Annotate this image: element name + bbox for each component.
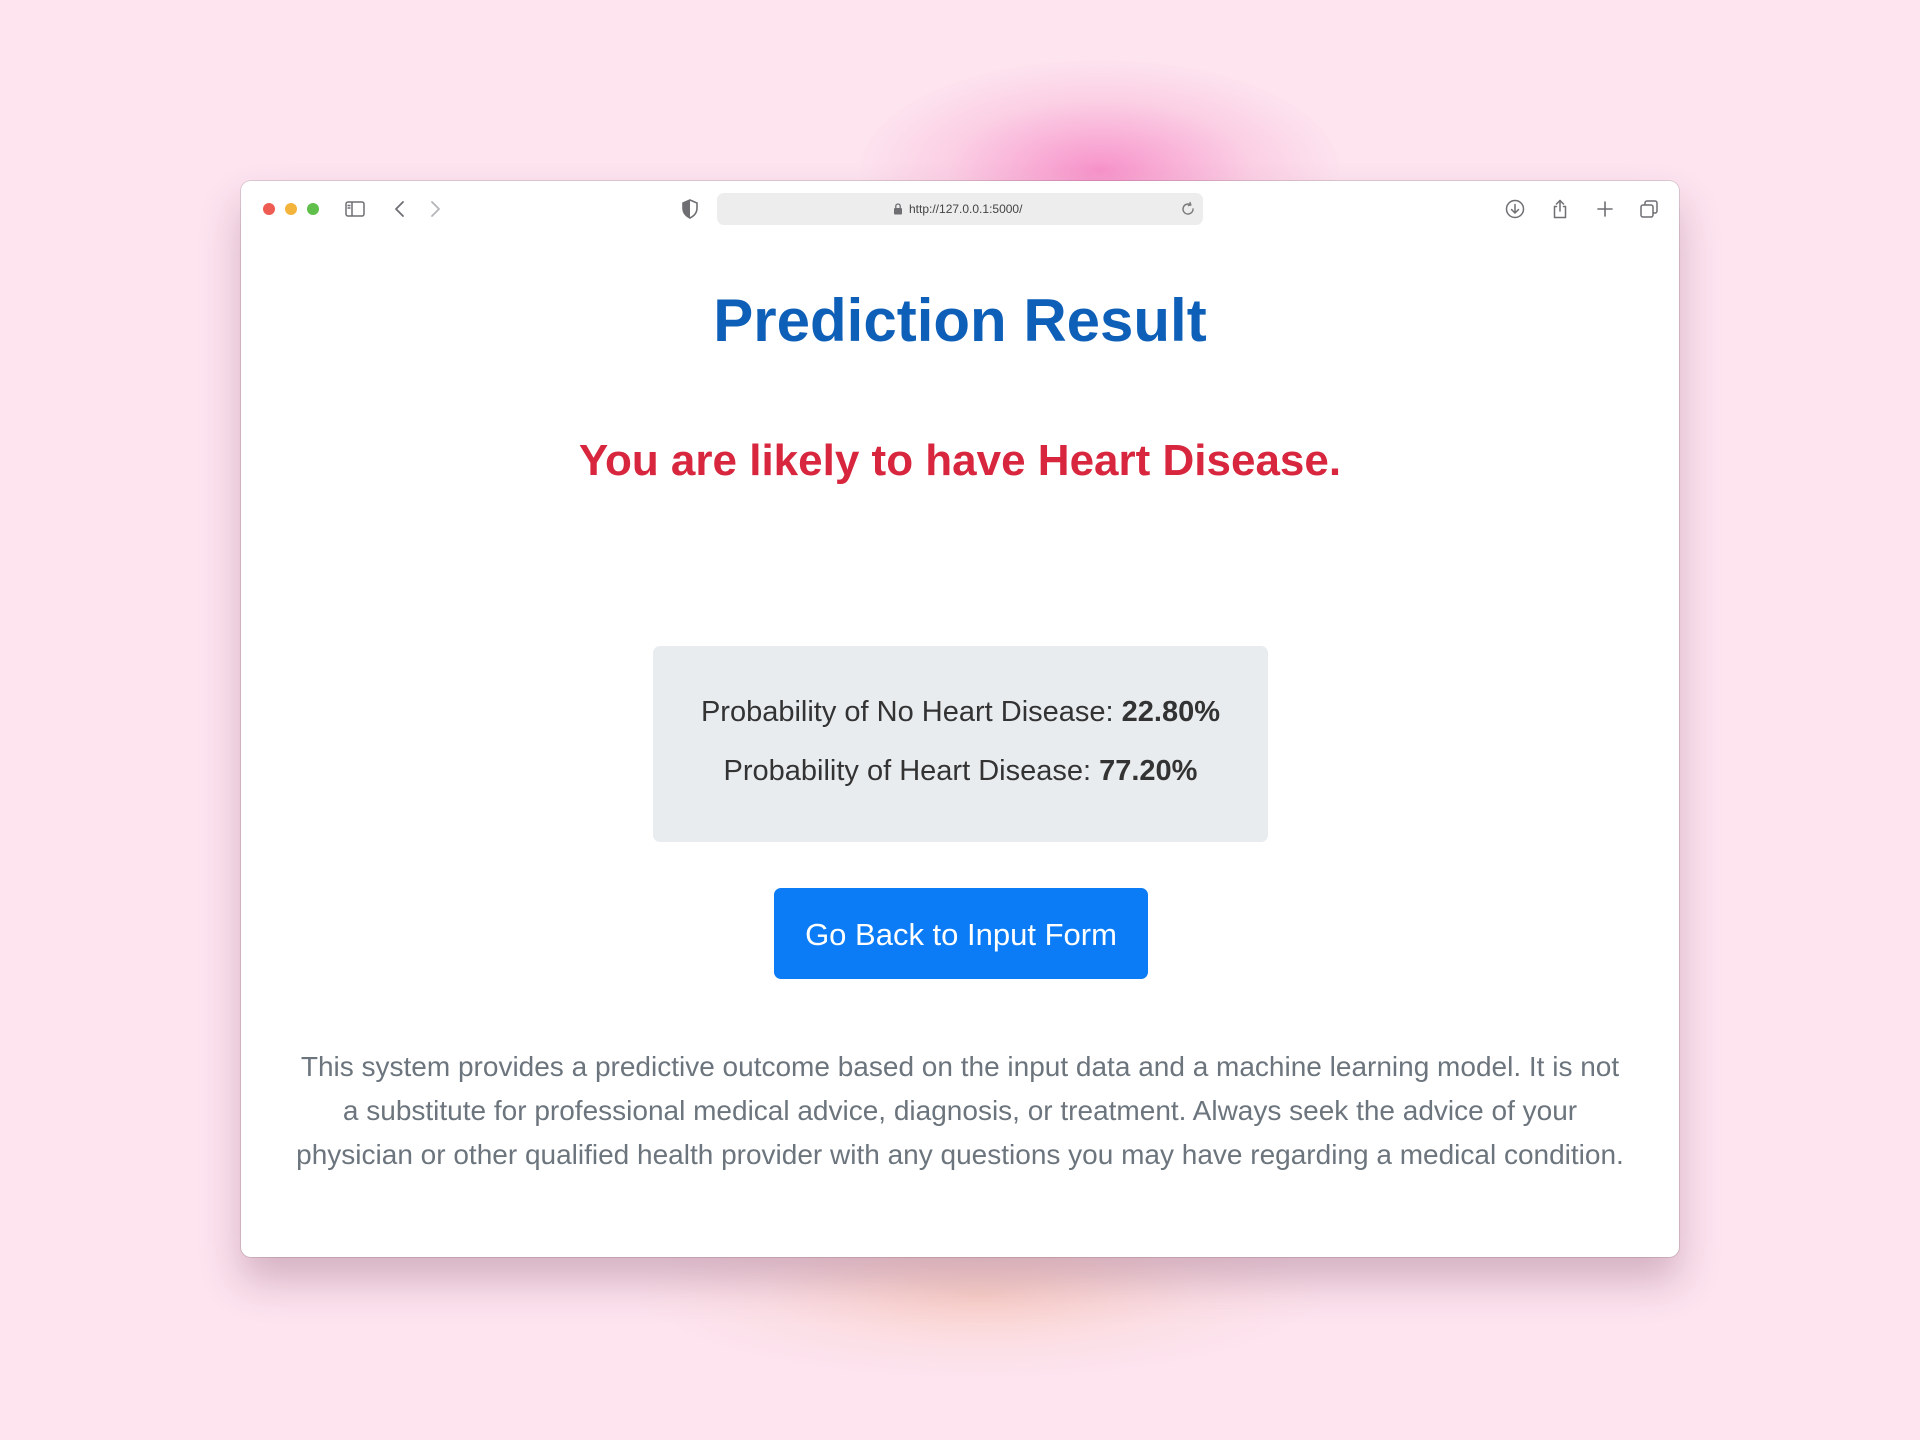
reload-icon[interactable] — [1179, 200, 1197, 218]
probability-value: 77.20% — [1099, 755, 1198, 787]
back-icon[interactable] — [388, 197, 412, 221]
prediction-verdict: You are likely to have Heart Disease. — [578, 436, 1342, 485]
shield-icon[interactable] — [678, 197, 702, 221]
probability-label: Probability of Heart Disease: — [723, 755, 1100, 787]
lock-icon — [891, 202, 905, 216]
forward-icon[interactable] — [423, 197, 447, 221]
minimize-window-button[interactable] — [285, 203, 297, 215]
sidebar-icon[interactable] — [343, 197, 367, 221]
browser-toolbar: http://127.0.0.1:5000/ — [241, 181, 1679, 237]
close-window-button[interactable] — [263, 203, 275, 215]
url-text: http://127.0.0.1:5000/ — [909, 202, 1023, 216]
probability-box: Probability of No Heart Disease: 22.80% … — [653, 646, 1268, 842]
disclaimer-text: This system provides a predictive outcom… — [296, 1051, 1624, 1170]
download-icon[interactable] — [1503, 197, 1527, 221]
probability-no-heart-disease: Probability of No Heart Disease: 22.80% — [653, 698, 1268, 727]
new-tab-icon[interactable] — [1593, 197, 1617, 221]
share-icon[interactable] — [1548, 197, 1572, 221]
address-bar[interactable]: http://127.0.0.1:5000/ — [717, 193, 1203, 225]
page-title: Prediction Result — [713, 287, 1207, 354]
probability-value: 22.80% — [1121, 696, 1221, 728]
go-back-button[interactable]: Go Back to Input Form — [774, 888, 1148, 979]
tabs-overview-icon[interactable] — [1637, 197, 1661, 221]
zoom-window-button[interactable] — [307, 203, 319, 215]
probability-label: Probability of No Heart Disease: — [700, 696, 1122, 728]
probability-heart-disease: Probability of Heart Disease: 77.20% — [653, 757, 1268, 786]
